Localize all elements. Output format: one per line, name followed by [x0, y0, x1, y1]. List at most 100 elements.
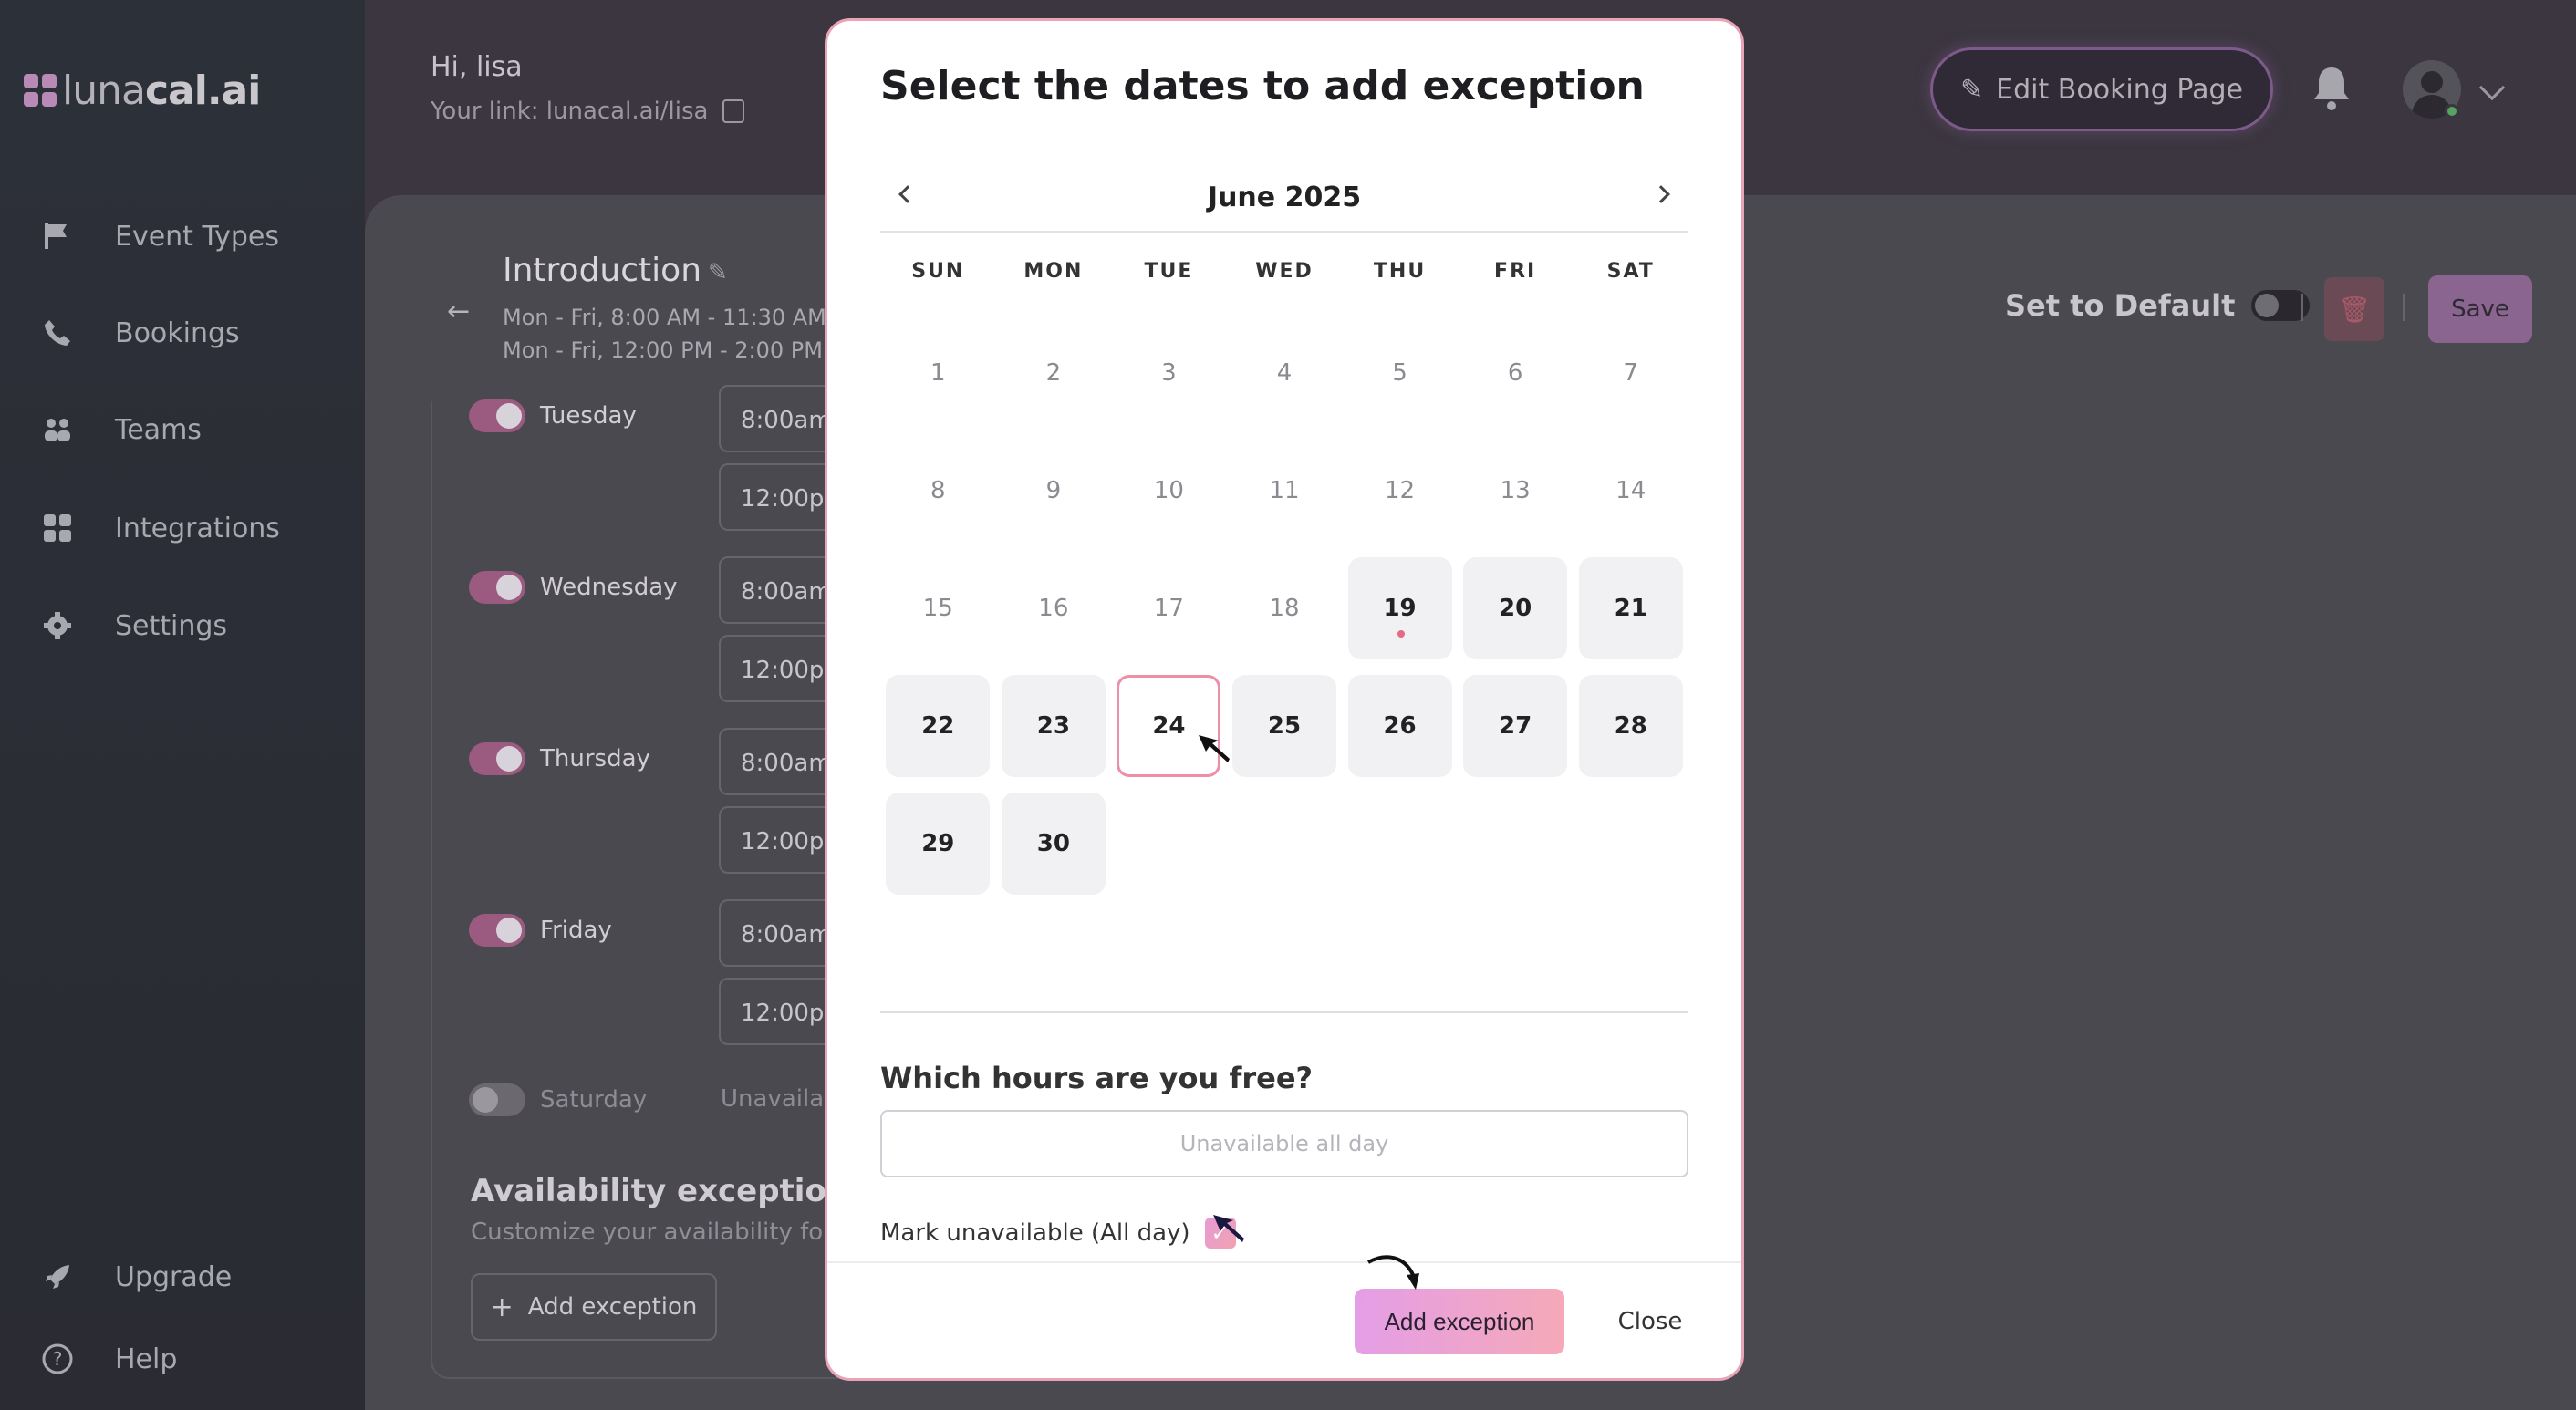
sidebar-item-help[interactable]: ? Help [40, 1336, 177, 1382]
sidebar-item-integrations[interactable]: Integrations [40, 505, 280, 551]
calendar-day-number: 18 [1269, 595, 1300, 622]
calendar-day[interactable]: 27 [1463, 675, 1568, 777]
flag-icon [40, 219, 75, 254]
day-toggle[interactable] [469, 399, 525, 432]
calendar-day-number: 13 [1500, 477, 1531, 504]
set-to-default: Set to Default [2005, 288, 2311, 323]
calendar-day: 13 [1463, 440, 1567, 542]
day-toggle[interactable] [469, 571, 525, 604]
trash-icon: 🗑 [2338, 294, 2371, 325]
calendar-day-number: 25 [1267, 712, 1302, 740]
calendar-day-number: 11 [1269, 477, 1300, 504]
day-toggle[interactable] [469, 1083, 525, 1116]
add-exception-open-button[interactable]: + Add exception [471, 1273, 717, 1341]
schedule-subtitle-1: Mon - Fri, 8:00 AM - 11:30 AM [503, 305, 826, 330]
sidebar-item-label: Integrations [115, 512, 280, 544]
calendar-day-number: 4 [1276, 359, 1293, 387]
delete-button[interactable]: 🗑 [2324, 277, 2384, 341]
logo-text-plain: luna [62, 67, 146, 114]
calendar-day: 4 [1232, 322, 1336, 424]
calendar-day-number: 19 [1383, 595, 1417, 622]
calendar-day[interactable]: 21 [1578, 557, 1683, 659]
close-button[interactable]: Close [1594, 1289, 1707, 1354]
copy-icon[interactable] [722, 99, 745, 123]
calendar-day-number: 24 [1152, 712, 1186, 740]
calendar-day-number: 1 [930, 359, 946, 387]
hours-input[interactable] [880, 1110, 1688, 1177]
sidebar-item-label: Bookings [115, 316, 240, 349]
divider [2301, 294, 2303, 321]
calendar-day-number: 29 [921, 830, 955, 857]
date-exception-modal: Select the dates to add exception June 2… [825, 18, 1744, 1381]
add-exception-button[interactable]: Add exception [1355, 1289, 1564, 1354]
edit-booking-page-button[interactable]: ✎ Edit Booking Page [1930, 47, 2273, 131]
calendar-day[interactable]: 28 [1578, 675, 1683, 777]
calendar-day: 3 [1117, 322, 1220, 424]
sidebar-item-upgrade[interactable]: Upgrade [40, 1254, 232, 1300]
day-row-tuesday: Tuesday [469, 399, 637, 432]
save-button[interactable]: Save [2428, 275, 2532, 343]
divider [827, 1261, 1741, 1263]
chevron-right-icon [1652, 185, 1670, 203]
back-arrow-icon[interactable]: ← [447, 295, 470, 327]
day-row-wednesday: Wednesday [469, 571, 678, 604]
calendar-day: 12 [1348, 440, 1452, 542]
sidebar-item-settings[interactable]: Settings [40, 603, 227, 648]
calendar-day[interactable]: 25 [1232, 675, 1336, 777]
calendar-day: 1 [886, 322, 990, 424]
day-label: Wednesday [540, 574, 678, 601]
greeting-text: Hi, lisa [431, 51, 523, 83]
calendar-day: 5 [1348, 322, 1452, 424]
calendar-day[interactable]: 20 [1463, 557, 1568, 659]
calendar-day-number: 26 [1383, 712, 1417, 740]
booking-link[interactable]: Your link: lunacal.ai/lisa [431, 98, 745, 125]
sidebar-item-teams[interactable]: Teams [40, 407, 202, 452]
calendar-day[interactable]: 30 [1001, 793, 1106, 895]
sidebar-item-label: Upgrade [115, 1260, 233, 1293]
day-toggle[interactable] [469, 914, 525, 947]
calendar-day-number: 23 [1036, 712, 1070, 740]
day-row-saturday: Saturday [469, 1083, 647, 1116]
sidebar-item-bookings[interactable]: Bookings [40, 310, 240, 356]
day-row-friday: Friday [469, 914, 612, 947]
calendar-day[interactable]: 29 [886, 793, 991, 895]
calendar-day[interactable]: 19 [1347, 557, 1452, 659]
weekday-header: SUN MON TUE WED THU FRI SAT [880, 260, 1688, 283]
calendar-day[interactable]: 23 [1001, 675, 1106, 777]
calendar-day-number: 21 [1614, 595, 1647, 622]
logo[interactable]: lunacal.ai [24, 67, 261, 114]
calendar-day-number: 16 [1038, 595, 1069, 622]
users-icon [40, 412, 75, 447]
schedule-subtitle-2: Mon - Fri, 12:00 PM - 2:00 PM [503, 337, 823, 363]
calendar-day-number: 9 [1045, 477, 1062, 504]
unavailable-label: Unavailab [721, 1085, 839, 1113]
edit-booking-page-label: Edit Booking Page [1996, 73, 2243, 106]
calendar-day: 10 [1117, 440, 1220, 542]
pencil-icon[interactable]: ✎ [708, 259, 728, 286]
calendar-day: 7 [1579, 322, 1683, 424]
availability-exception-subtitle: Customize your availability for sp [471, 1218, 868, 1246]
calendar-day[interactable]: 22 [886, 675, 991, 777]
booking-link-text: Your link: lunacal.ai/lisa [431, 98, 709, 125]
calendar-day-number: 20 [1499, 595, 1532, 622]
calendar-day: 15 [886, 557, 990, 659]
today-indicator-dot [1397, 630, 1405, 638]
divider [880, 1011, 1688, 1013]
next-month-button[interactable] [1646, 180, 1676, 209]
grid-icon [40, 511, 75, 545]
calendar-day-number: 28 [1614, 712, 1647, 740]
sidebar-item-event-types[interactable]: Event Types [40, 213, 279, 259]
calendar-day-number: 7 [1623, 359, 1638, 387]
weekday-label: TUE [1144, 260, 1194, 283]
rocket-icon [40, 1260, 75, 1294]
bell-icon[interactable] [2311, 64, 2352, 113]
day-toggle[interactable] [469, 742, 525, 775]
weekday-label: SAT [1606, 260, 1655, 283]
weekday-label: WED [1255, 260, 1314, 283]
set-default-label: Set to Default [2005, 288, 2236, 323]
calendar-day-number: 6 [1507, 359, 1523, 387]
calendar-day[interactable]: 26 [1347, 675, 1452, 777]
schedule-title: Introduction [503, 252, 702, 289]
sidebar-item-label: Settings [115, 609, 228, 642]
chevron-down-icon[interactable] [2478, 74, 2506, 101]
